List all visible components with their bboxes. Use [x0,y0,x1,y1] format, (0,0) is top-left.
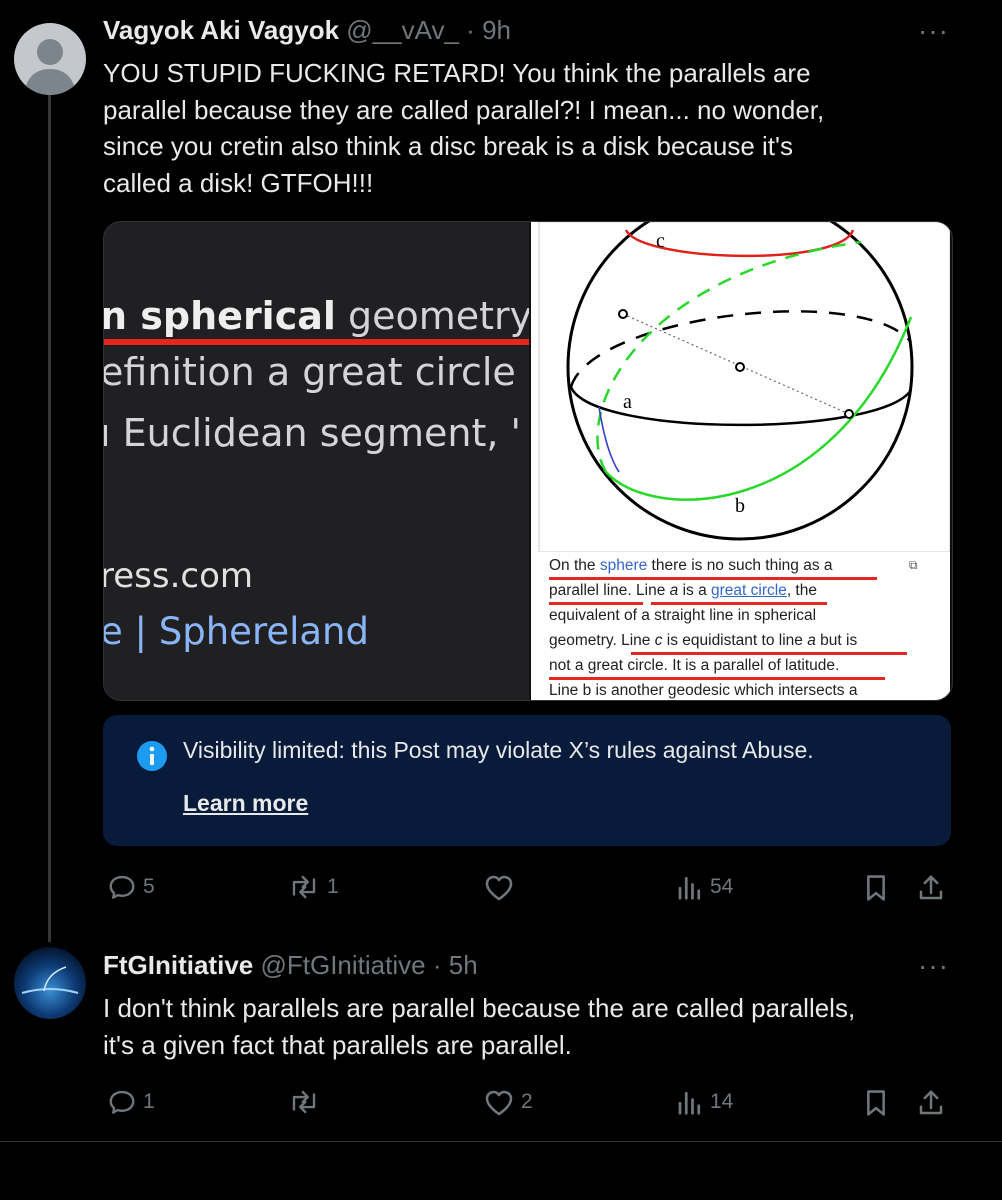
red-underline [104,339,529,345]
reply-count: 1 [143,1090,155,1113]
label-b: b [735,495,745,517]
views-icon [678,876,701,900]
author-handle[interactable]: @FtGInitiative [260,950,425,980]
author-name[interactable]: FtGInitiative [103,950,253,980]
post-text-line: it's a given fact that parallels are par… [103,1029,572,1060]
post-media-image[interactable]: n spherical geometry efinition a great c… [103,221,953,701]
share-icon [919,875,943,900]
post-text-line: parallel because they are called paralle… [103,94,825,125]
avatar-ftginitiative[interactable] [14,947,86,1019]
bookmark-button[interactable] [862,1087,890,1119]
post-text-line: YOU STUPID FUCKING RETARD! You think the… [103,58,811,88]
repost-count: 1 [327,875,339,898]
info-icon [137,741,167,771]
post-header: Vagyok Aki Vagyok @__vAv_ · 9h [103,15,511,46]
post-text-line: since you cretin also think a disc break… [103,131,793,161]
bookmark-button[interactable] [862,872,890,904]
snippet-line-1: n spherical geometry [103,294,533,338]
visibility-limited-notice: Visibility limited: this Post may violat… [103,715,951,846]
views-count: 14 [710,1090,734,1113]
views-button[interactable]: 14 [676,1087,733,1117]
post-text-line: I don't think parallels are parallel bec… [103,993,856,1023]
share-button[interactable] [916,872,946,904]
snippet-domain: ress.com [103,556,253,596]
separator-dot: · [466,15,475,45]
red-underline [549,602,643,605]
like-count: 2 [521,1090,533,1113]
label-c: c [656,230,665,252]
red-underline [549,577,877,580]
red-underline [631,652,907,655]
more-options-icon[interactable]: ··· [918,15,949,47]
heart-icon [485,1090,513,1116]
share-button[interactable] [916,1087,946,1119]
views-icon [678,1091,701,1115]
reply-button[interactable]: 1 [107,1087,155,1117]
learn-more-link[interactable]: Learn more [183,790,308,817]
red-underline [651,602,827,605]
thread-connector-line [48,90,51,942]
snippet-link-title: e | Sphereland [103,610,369,653]
more-options-icon[interactable]: ··· [918,950,949,982]
repost-icon [292,875,316,899]
author-name[interactable]: Vagyok Aki Vagyok [103,15,339,45]
wiki-figure: c a b ⧉ On the sphere there is no such t… [531,222,950,700]
reply-button[interactable]: 5 [107,872,155,902]
expand-icon: ⧉ [909,558,918,572]
media-right-wiki: c a b ⧉ On the sphere there is no such t… [529,222,952,700]
post-body: I don't think parallels are parallel bec… [103,990,983,1063]
red-underline [549,677,885,680]
repost-button[interactable]: 1 [287,872,339,902]
reply-icon [109,875,135,899]
avatar-default[interactable] [14,23,86,95]
bookmark-icon [867,1090,885,1116]
views-button[interactable]: 54 [676,872,733,902]
separator-dot: · [432,950,442,980]
repost-button[interactable] [287,1087,327,1117]
label-a: a [623,391,632,413]
like-button[interactable] [483,872,521,902]
share-icon [919,1090,943,1115]
media-left-snippet: n spherical geometry efinition a great c… [103,222,533,700]
notice-text: Visibility limited: this Post may violat… [183,737,814,763]
author-handle[interactable]: @__vAv_ [346,15,459,45]
post-time[interactable]: 5h [449,950,478,980]
post-header: FtGInitiative @FtGInitiative · 5h [103,950,478,981]
bookmark-icon [867,875,885,901]
post-divider [0,1141,1002,1142]
reply-icon [109,1090,135,1114]
reply-count: 5 [143,875,155,898]
snippet-line-3: ı Euclidean segment, ' [103,411,521,455]
post-text-line: called a disk! GTFOH!!! [103,167,374,198]
post-body: YOU STUPID FUCKING RETARD! You think the… [103,55,983,201]
views-count: 54 [710,875,734,898]
like-button[interactable]: 2 [483,1087,533,1117]
post-time[interactable]: 9h [482,15,511,45]
sphere-diagram: c a b [538,222,950,552]
repost-icon [292,1090,316,1114]
snippet-line-2: efinition a great circle [103,350,516,394]
heart-icon [485,875,513,901]
